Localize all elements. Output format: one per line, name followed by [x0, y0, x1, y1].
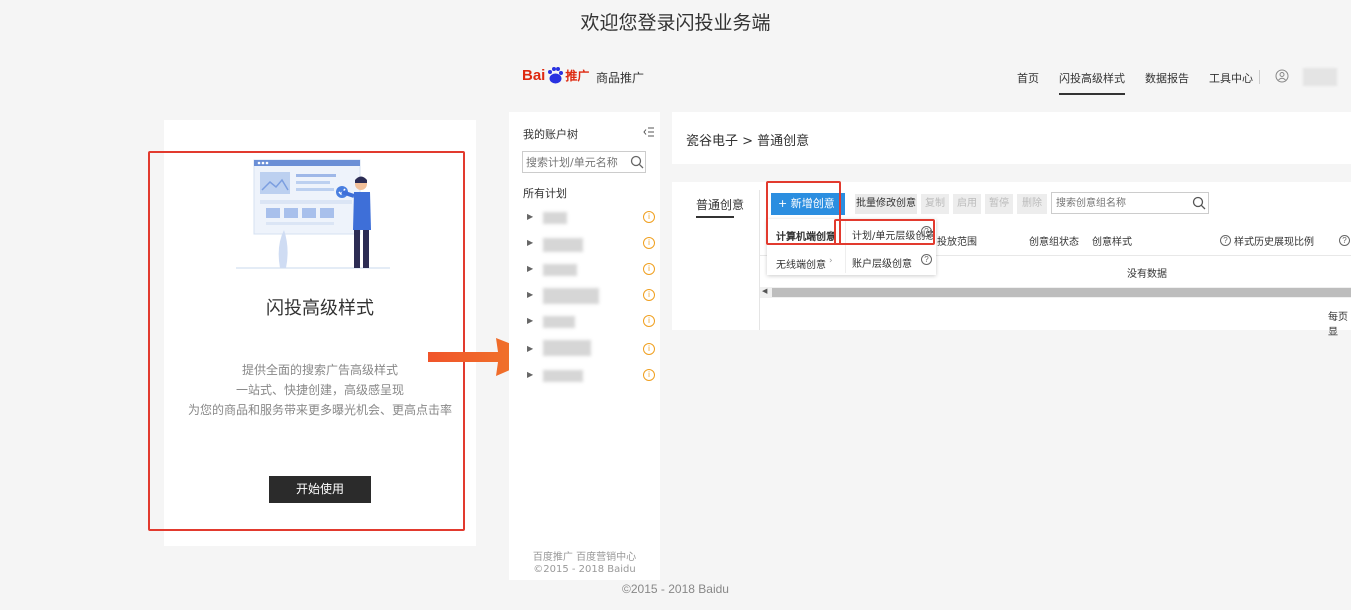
page-copyright: ©2015 - 2018 Baidu [622, 582, 729, 596]
tree-search-input[interactable] [522, 151, 646, 173]
submenu-highlight-box [834, 219, 935, 245]
caret-right-icon[interactable]: ▶ [527, 370, 533, 379]
plan-name-blurred [543, 212, 567, 224]
tab-underline [696, 216, 734, 218]
plan-name-blurred [543, 316, 575, 328]
tree-plan-item[interactable]: ▶ i [523, 236, 655, 252]
nav-flash-advanced[interactable]: 闪投高级样式 [1059, 70, 1125, 95]
menu-item-mobile-creative[interactable]: 无线端创意 [776, 256, 826, 271]
new-button-highlight-box [766, 181, 841, 245]
delete-button[interactable]: 删除 [1017, 194, 1047, 214]
help-icon[interactable]: ? [1339, 235, 1350, 246]
collapse-icon[interactable] [643, 126, 655, 138]
plan-name-blurred [543, 370, 583, 382]
tree-footer-copyright: ©2015 - 2018 Baidu [533, 564, 636, 575]
caret-right-icon[interactable]: ▶ [527, 264, 533, 273]
creative-search-input[interactable] [1051, 192, 1209, 214]
search-icon[interactable] [630, 155, 644, 169]
empty-table-text: 没有数据 [1127, 269, 1167, 280]
intro-highlight-box [148, 151, 465, 531]
col-group-status: 创意组状态 [1029, 237, 1079, 248]
tree-plan-item[interactable]: ▶ i [523, 262, 655, 278]
col-style-history: 样式历史展现比例 [1234, 237, 1314, 248]
nav-divider [1259, 70, 1260, 84]
scroll-left-icon[interactable]: ◀ [762, 287, 767, 295]
vertical-divider [759, 190, 760, 330]
nav-data-report[interactable]: 数据报告 [1145, 70, 1189, 95]
caret-right-icon[interactable]: ▶ [527, 344, 533, 353]
col-scope: 投放范围 [937, 237, 977, 248]
warning-icon: i [643, 211, 655, 223]
chevron-right-icon: › [829, 256, 833, 266]
user-icon[interactable] [1275, 69, 1289, 83]
caret-right-icon[interactable]: ▶ [527, 212, 533, 221]
warning-icon: i [643, 263, 655, 275]
warning-icon: i [643, 369, 655, 381]
nav-tool-center[interactable]: 工具中心 [1209, 70, 1253, 95]
tree-plan-item[interactable]: ▶ i [523, 368, 655, 384]
caret-right-icon[interactable]: ▶ [527, 316, 533, 325]
pause-button[interactable]: 暂停 [985, 194, 1013, 214]
logo-suffix: 推广 [565, 68, 590, 83]
warning-icon: i [643, 289, 655, 301]
warning-icon: i [643, 237, 655, 249]
help-icon[interactable]: ? [1220, 235, 1231, 246]
baidu-logo: Bai 推广 [522, 60, 589, 90]
tree-plan-item[interactable]: ▶ i [523, 314, 655, 330]
warning-icon: i [643, 315, 655, 327]
help-icon[interactable]: ? [921, 254, 932, 265]
caret-right-icon[interactable]: ▶ [527, 290, 533, 299]
product-name: 商品推广 [596, 71, 645, 85]
top-nav: 首页 闪投高级样式 数据报告 工具中心 [1017, 70, 1253, 95]
tree-footer-links[interactable]: 百度推广 百度营销中心 [509, 548, 660, 563]
page-title: 欢迎您登录闪投业务端 [580, 12, 771, 34]
nav-home[interactable]: 首页 [1017, 70, 1039, 95]
tree-all-plans[interactable]: 所有计划 [523, 185, 567, 201]
plan-name-blurred [543, 288, 599, 304]
plan-name-blurred [543, 340, 591, 356]
enable-button[interactable]: 启用 [953, 194, 981, 214]
batch-edit-button[interactable]: 批量修改创意 [855, 194, 917, 214]
username-blurred[interactable] [1303, 68, 1337, 86]
paw-icon [548, 67, 564, 84]
tab-normal-creative[interactable]: 普通创意 [696, 196, 744, 213]
caret-right-icon[interactable]: ▶ [527, 238, 533, 247]
breadcrumb: 瓷谷电子 > 普通创意 [686, 134, 810, 149]
plan-name-blurred [543, 238, 583, 252]
menu-item-account-creative[interactable]: 账户层级创意 [852, 255, 912, 270]
tree-plan-item[interactable]: ▶ i [523, 210, 655, 226]
copy-button[interactable]: 复制 [921, 194, 949, 214]
per-page-label: 每页显 [1328, 312, 1348, 338]
search-icon[interactable] [1192, 196, 1206, 210]
logo-text: Bai [522, 66, 546, 84]
account-tree-title: 我的账户树 [523, 128, 578, 141]
col-style: 创意样式 [1092, 237, 1132, 248]
scrollbar-thumb[interactable] [772, 288, 1351, 297]
tree-plan-item[interactable]: ▶ i [523, 288, 655, 304]
plan-name-blurred [543, 264, 577, 276]
tree-plan-item[interactable]: ▶ i [523, 340, 655, 358]
warning-icon: i [643, 343, 655, 355]
